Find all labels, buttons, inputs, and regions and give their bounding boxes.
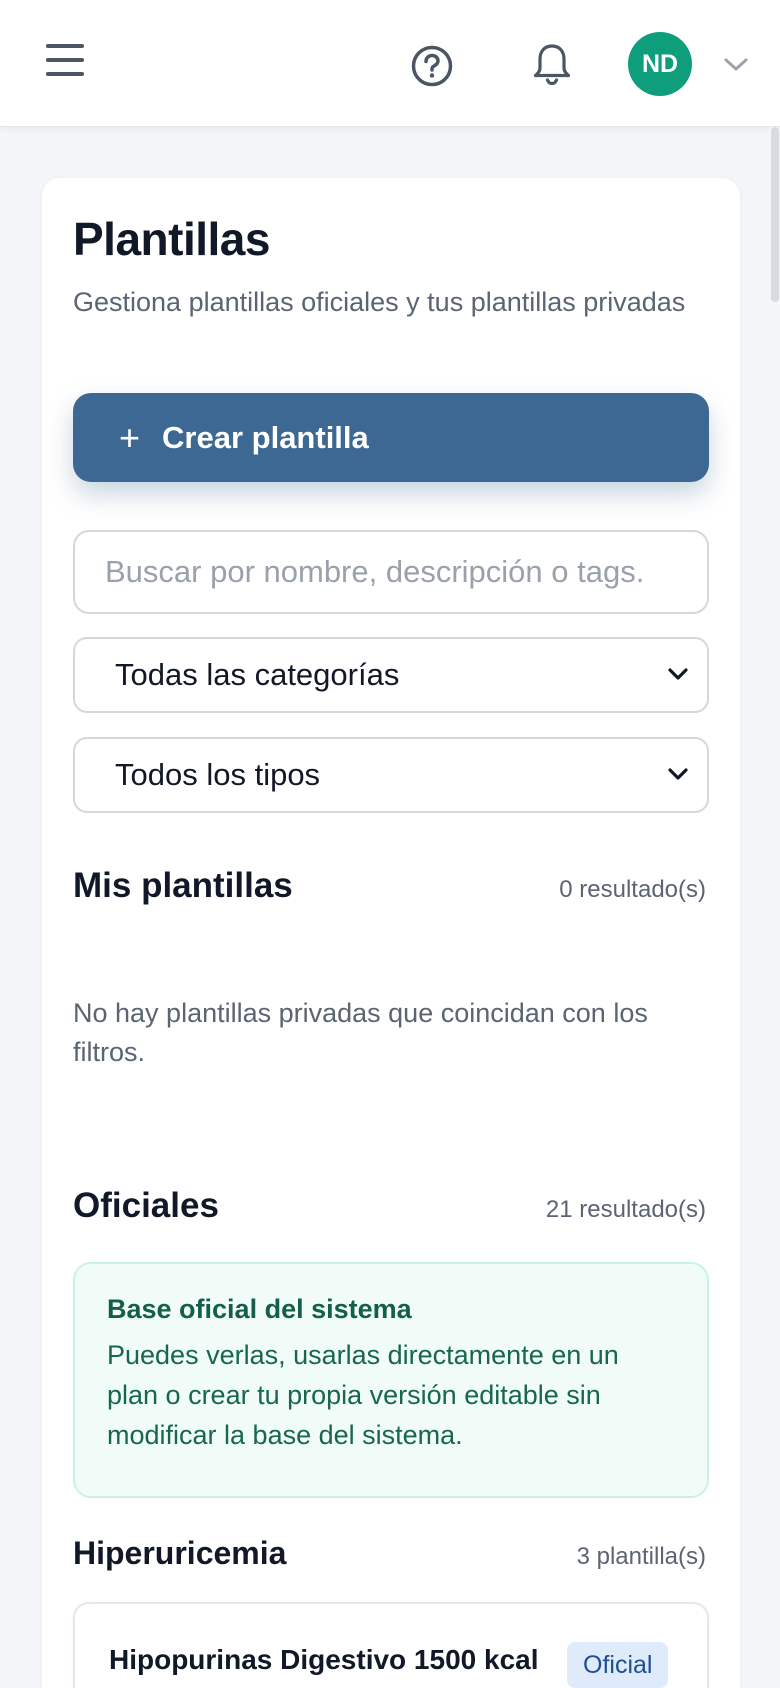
chevron-down-icon[interactable] bbox=[722, 52, 750, 76]
hamburger-menu-icon[interactable] bbox=[46, 44, 90, 84]
official-badge: Oficial bbox=[567, 1642, 669, 1688]
chevron-down-icon bbox=[668, 768, 688, 780]
template-card[interactable]: Hipopurinas Digestivo 1500 kcal Oficial bbox=[73, 1602, 709, 1688]
type-select[interactable]: Todos los tipos bbox=[73, 737, 709, 813]
create-template-button[interactable]: + Crear plantilla bbox=[73, 393, 709, 482]
bell-icon[interactable] bbox=[527, 40, 577, 90]
top-navigation-bar: ND bbox=[0, 0, 780, 127]
official-info-notice: Base oficial del sistema Puedes verlas, … bbox=[73, 1262, 709, 1498]
official-templates-count: 21 resultado(s) bbox=[545, 1196, 706, 1223]
official-templates-title: Oficiales bbox=[73, 1186, 219, 1225]
scrollbar-thumb[interactable] bbox=[771, 127, 779, 302]
group-count: 3 plantilla(s) bbox=[576, 1543, 706, 1570]
chevron-down-icon bbox=[668, 668, 688, 680]
help-circle-icon[interactable] bbox=[410, 44, 454, 88]
search-input[interactable] bbox=[73, 530, 709, 614]
info-notice-text: Puedes verlas, usarlas directamente en u… bbox=[107, 1340, 619, 1450]
my-templates-title: Mis plantillas bbox=[73, 866, 293, 905]
info-notice-title: Base oficial del sistema bbox=[107, 1294, 412, 1324]
user-avatar[interactable]: ND bbox=[628, 32, 692, 96]
group-title-hiperuricemia: Hiperuricemia bbox=[73, 1535, 287, 1571]
avatar-initials: ND bbox=[641, 49, 679, 78]
create-template-label: Crear plantilla bbox=[162, 419, 369, 455]
empty-state-message: No hay plantillas privadas que coincidan… bbox=[73, 998, 648, 1067]
category-select-value: Todas las categorías bbox=[115, 657, 400, 692]
category-select[interactable]: Todas las categorías bbox=[73, 637, 709, 713]
template-name: Hipopurinas Digestivo 1500 kcal bbox=[109, 1644, 539, 1675]
page-title: Plantillas bbox=[73, 213, 270, 265]
my-templates-count: 0 resultado(s) bbox=[559, 876, 706, 903]
plus-icon: + bbox=[119, 416, 141, 458]
scrollbar-track[interactable] bbox=[770, 127, 780, 1688]
type-select-value: Todos los tipos bbox=[115, 757, 321, 792]
page-subtitle: Gestiona plantillas oficiales y tus plan… bbox=[73, 287, 686, 317]
